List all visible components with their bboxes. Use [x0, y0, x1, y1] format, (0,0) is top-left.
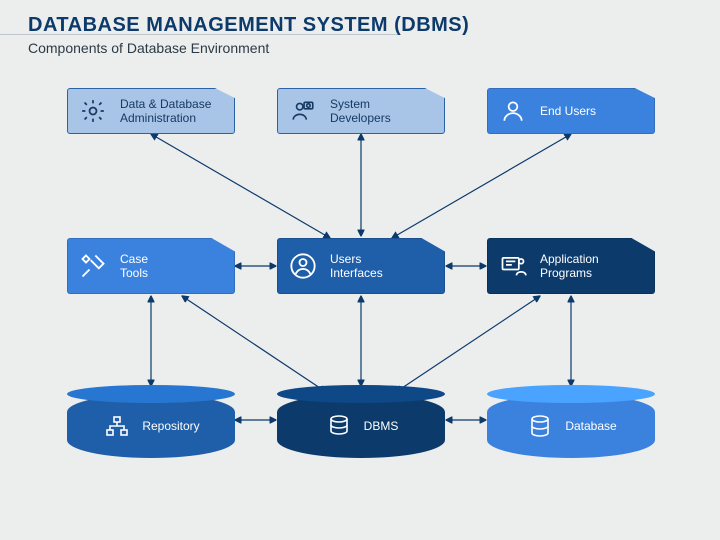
node-database: Database	[487, 394, 655, 458]
gear-icon	[78, 96, 108, 126]
page-subtitle: Components of Database Environment	[28, 40, 269, 56]
node-ui: Users Interfaces	[277, 238, 445, 294]
node-endusers: End Users	[487, 88, 655, 134]
node-ui-label: Users Interfaces	[330, 252, 383, 281]
node-apps: Application Programs	[487, 238, 655, 294]
node-admin-label: Data & Database Administration	[120, 97, 211, 126]
user-icon	[498, 96, 528, 126]
node-repository-label: Repository	[142, 419, 199, 433]
node-apps-label: Application Programs	[540, 252, 599, 281]
node-developers: System Developers	[277, 88, 445, 134]
node-casetools: Case Tools	[67, 238, 235, 294]
hierarchy-icon	[102, 411, 132, 441]
node-repository: Repository	[67, 394, 235, 458]
application-icon	[498, 251, 528, 281]
page-title: DATABASE MANAGEMENT SYSTEM (DBMS)	[28, 14, 469, 37]
tools-icon	[78, 251, 108, 281]
node-endusers-label: End Users	[540, 104, 596, 118]
database-icon	[324, 411, 354, 441]
node-database-label: Database	[565, 419, 616, 433]
user-circle-icon	[288, 251, 318, 281]
node-developers-label: System Developers	[330, 97, 391, 126]
database-stack-icon	[525, 411, 555, 441]
node-dbms-label: DBMS	[364, 419, 399, 433]
node-casetools-label: Case Tools	[120, 252, 148, 281]
node-dbms: DBMS	[277, 394, 445, 458]
developer-icon	[288, 96, 318, 126]
node-admin: Data & Database Administration	[67, 88, 235, 134]
